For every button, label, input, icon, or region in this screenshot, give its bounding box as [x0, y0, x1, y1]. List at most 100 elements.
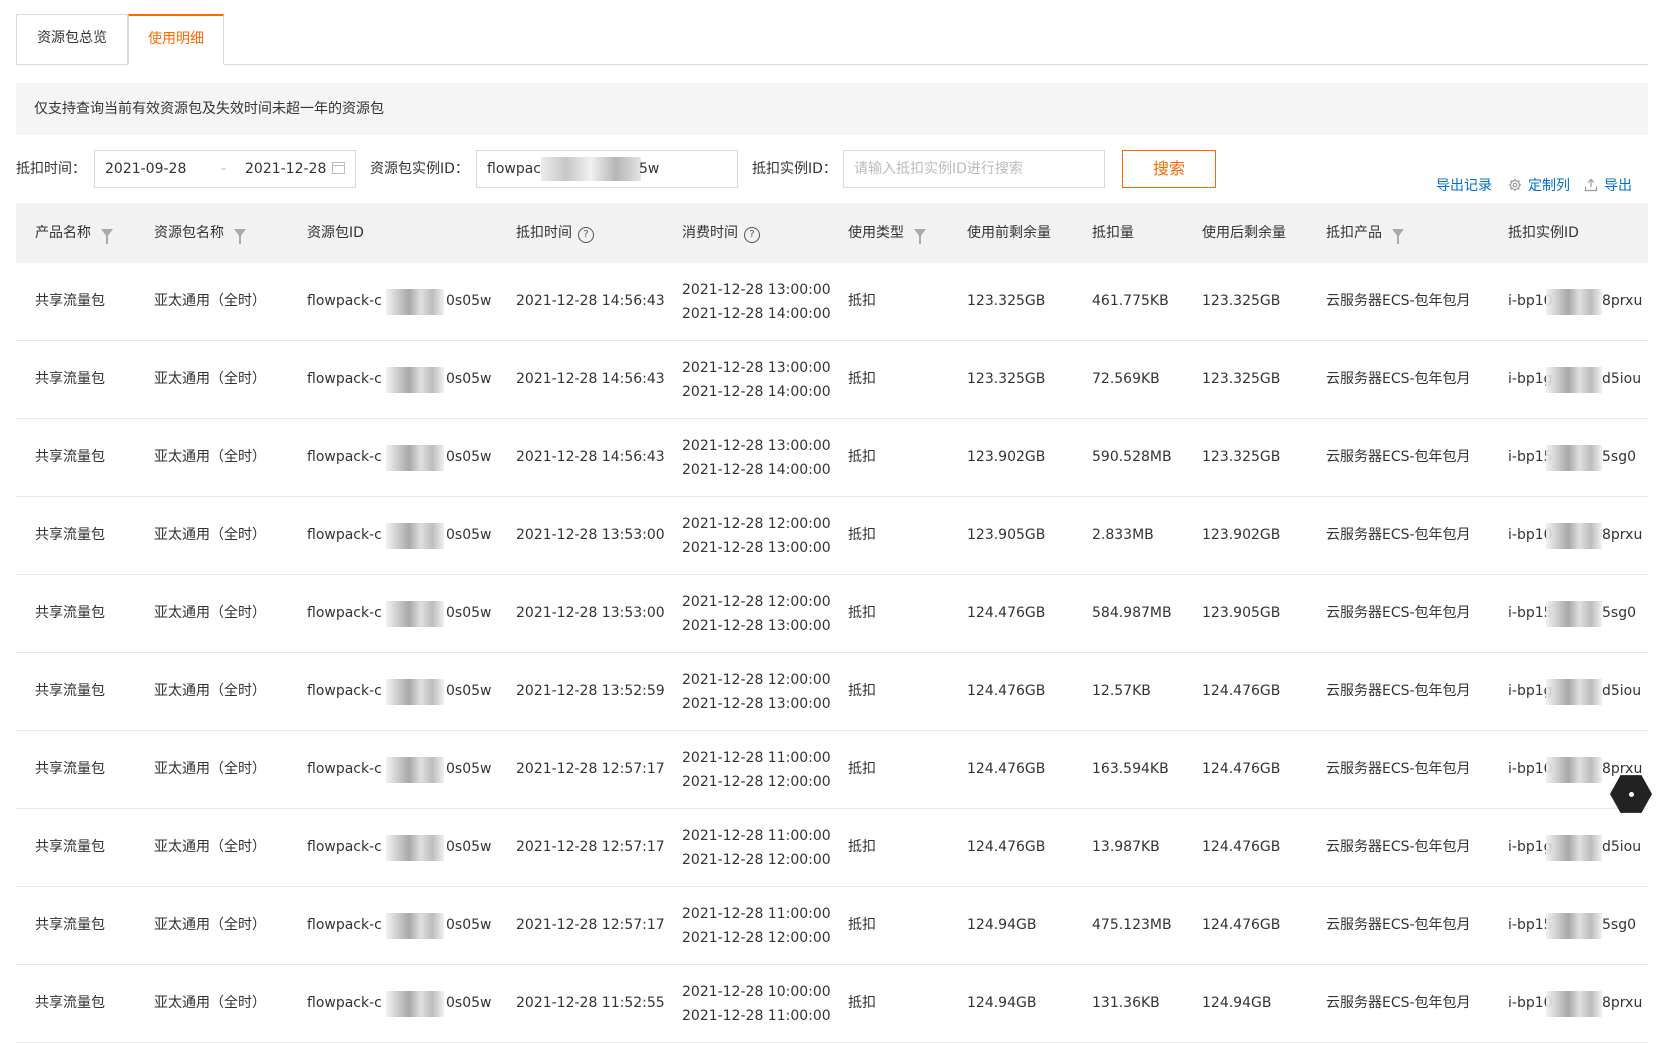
cell-product: 共享流量包 — [35, 683, 105, 699]
cell-package-name: 亚太通用（全时） — [154, 371, 266, 387]
date-range-picker[interactable]: 2021-09-28 - 2021-12-28 — [94, 150, 356, 188]
cell-package-id-suffix: 0s05w — [446, 371, 492, 387]
cell-before: 124.476GB — [967, 683, 1046, 699]
filter-icon[interactable] — [1392, 229, 1404, 244]
redacted-mask — [1546, 757, 1602, 783]
col-package-id: 资源包ID — [307, 203, 364, 263]
package-id-suffix: 5w — [639, 161, 660, 177]
cell-type: 抵扣 — [848, 293, 876, 309]
package-id-prefix: flowpac — [487, 161, 541, 177]
cell-deduct-time: 2021-12-28 12:57:17 — [516, 917, 665, 933]
cell-type: 抵扣 — [848, 449, 876, 465]
cell-before: 124.476GB — [967, 761, 1046, 777]
cell-instance-id-suffix: 5sg0 — [1602, 917, 1636, 933]
cell-deduct-product: 云服务器ECS-包年包月 — [1326, 605, 1471, 621]
table-row: 共享流量包 亚太通用（全时） 2021-12-28 11:52:55 抵扣 124.94… — [16, 965, 1648, 1043]
cell-package-name: 亚太通用（全时） — [154, 995, 266, 1011]
redacted-mask — [386, 601, 444, 627]
help-icon[interactable]: ? — [578, 227, 594, 243]
consume-end: 2021-12-28 12:00:00 — [682, 852, 831, 868]
cell-package-name: 亚太通用（全时） — [154, 761, 266, 777]
cell-type: 抵扣 — [848, 995, 876, 1011]
tab-usage-details[interactable]: 使用明细 — [128, 14, 224, 65]
cell-deduct-time: 2021-12-28 13:53:00 — [516, 605, 665, 621]
cell-before: 124.94GB — [967, 995, 1037, 1011]
col-package-id-label: 资源包ID — [307, 225, 364, 241]
table-row: 共享流量包 亚太通用（全时） 2021-12-28 12:57:17 抵扣 124.47… — [16, 809, 1648, 887]
table-row: 共享流量包 亚太通用（全时） 2021-12-28 12:57:17 抵扣 124.47… — [16, 731, 1648, 809]
cell-package-id-suffix: 0s05w — [446, 527, 492, 543]
cell-after: 124.476GB — [1202, 839, 1281, 855]
instance-id-search-input[interactable] — [843, 150, 1105, 188]
cell-product: 共享流量包 — [35, 839, 105, 855]
cell-product: 共享流量包 — [35, 527, 105, 543]
export-link[interactable]: 导出 — [1584, 176, 1632, 196]
cell-after: 124.476GB — [1202, 761, 1281, 777]
redacted-mask — [386, 445, 444, 471]
tab-package-overview[interactable]: 资源包总览 — [16, 14, 128, 64]
calendar-icon[interactable] — [332, 162, 345, 174]
cell-package-id-prefix: flowpack-c — [307, 449, 382, 465]
col-package-name: 资源包名称 — [154, 203, 246, 263]
cell-consume-time: 2021-12-28 13:00:00 2021-12-28 14:00:00 — [682, 356, 831, 404]
cell-package-id-prefix: flowpack-c — [307, 371, 382, 387]
table-row: 共享流量包 亚太通用（全时） 2021-12-28 13:52:59 抵扣 124.47… — [16, 653, 1648, 731]
cell-type: 抵扣 — [848, 917, 876, 933]
cell-deduct-time: 2021-12-28 14:56:43 — [516, 293, 665, 309]
cell-after: 123.325GB — [1202, 293, 1281, 309]
cell-before: 123.905GB — [967, 527, 1046, 543]
cell-product: 共享流量包 — [35, 995, 105, 1011]
cell-amount: 72.569KB — [1092, 371, 1160, 387]
instance-id-label: 抵扣实例ID： — [752, 161, 837, 177]
consume-end: 2021-12-28 13:00:00 — [682, 618, 831, 634]
table-row: 共享流量包 亚太通用（全时） 2021-12-28 14:56:43 抵扣 123.32… — [16, 341, 1648, 419]
cell-deduct-time: 2021-12-28 11:52:55 — [516, 995, 665, 1011]
cell-after: 124.94GB — [1202, 995, 1272, 1011]
end-date[interactable]: 2021-12-28 — [245, 151, 326, 187]
cell-type: 抵扣 — [848, 605, 876, 621]
filter-icon[interactable] — [914, 229, 926, 244]
cell-amount: 584.987MB — [1092, 605, 1172, 621]
col-usage-type: 使用类型 — [848, 203, 926, 263]
start-date[interactable]: 2021-09-28 — [105, 151, 186, 187]
redacted-mask — [1546, 991, 1602, 1017]
col-usage-type-label: 使用类型 — [848, 225, 904, 241]
cell-product: 共享流量包 — [35, 761, 105, 777]
cell-deduct-time: 2021-12-28 14:56:43 — [516, 449, 665, 465]
consume-start: 2021-12-28 12:00:00 — [682, 672, 831, 688]
cell-deduct-time: 2021-12-28 13:53:00 — [516, 527, 665, 543]
col-after-remaining: 使用后剩余量 — [1202, 203, 1286, 263]
cell-deduct-product: 云服务器ECS-包年包月 — [1326, 527, 1471, 543]
export-label: 导出 — [1604, 178, 1632, 194]
cell-deduct-product: 云服务器ECS-包年包月 — [1326, 371, 1471, 387]
cell-before: 124.94GB — [967, 917, 1037, 933]
cell-package-name: 亚太通用（全时） — [154, 839, 266, 855]
cell-after: 123.325GB — [1202, 371, 1281, 387]
redacted-mask — [541, 157, 641, 181]
cell-after: 123.325GB — [1202, 449, 1281, 465]
consume-start: 2021-12-28 10:00:00 — [682, 984, 831, 1000]
assistant-dot — [1629, 792, 1634, 797]
cell-deduct-time: 2021-12-28 12:57:17 — [516, 839, 665, 855]
filter-icon[interactable] — [234, 229, 246, 244]
cell-instance-id-suffix: 8prxu — [1602, 527, 1643, 543]
export-records-link[interactable]: 导出记录 — [1436, 176, 1492, 196]
deduct-time-label: 抵扣时间： — [16, 161, 86, 177]
consume-start: 2021-12-28 13:00:00 — [682, 282, 831, 298]
cell-package-id-suffix: 0s05w — [446, 605, 492, 621]
redacted-mask — [1546, 601, 1602, 627]
col-before-remaining: 使用前剩余量 — [967, 203, 1051, 263]
package-id-field[interactable]: flowpac 5w — [476, 150, 738, 188]
cell-type: 抵扣 — [848, 839, 876, 855]
customize-columns-link[interactable]: 定制列 — [1508, 176, 1570, 196]
consume-start: 2021-12-28 11:00:00 — [682, 828, 831, 844]
cell-instance-id-suffix: 5sg0 — [1602, 605, 1636, 621]
search-button[interactable]: 搜索 — [1122, 150, 1216, 188]
help-icon[interactable]: ? — [744, 227, 760, 243]
filter-icon[interactable] — [101, 229, 113, 244]
table-row: 共享流量包 亚太通用（全时） 2021-12-28 13:53:00 抵扣 124.47… — [16, 575, 1648, 653]
redacted-mask — [386, 367, 444, 393]
cell-package-id-suffix: 0s05w — [446, 995, 492, 1011]
gear-icon — [1508, 178, 1522, 192]
consume-end: 2021-12-28 13:00:00 — [682, 696, 831, 712]
